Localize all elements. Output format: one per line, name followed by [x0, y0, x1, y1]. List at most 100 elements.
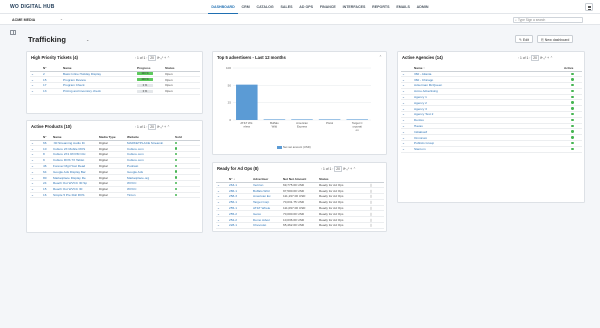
status-dot-icon: [175, 182, 178, 185]
row-expand-chevron-icon[interactable]: ⌄: [401, 146, 413, 153]
table-row[interactable]: ⌄ 16 Simple 5 Pre Roll ROS Digital Tinton: [30, 192, 200, 199]
hamburger-menu-icon[interactable]: [585, 3, 593, 11]
status-dot-icon: [175, 193, 178, 197]
active-products-panel: Active Products (10) ‹ 1 of 1 › 20 ⟳ ⤢ +…: [26, 120, 203, 233]
status-dot-icon: [175, 176, 178, 179]
expand-icon[interactable]: ⤢: [161, 56, 164, 60]
table-row[interactable]: ⌄ Starcom: [401, 146, 582, 153]
status-dot-icon: [175, 164, 178, 168]
search-input[interactable]: ⌕ Type Sign a search: [513, 16, 583, 23]
page-size-select[interactable]: 20: [148, 124, 156, 130]
new-dashboard-button[interactable]: ⎘ New dashboard: [537, 35, 574, 43]
order-status: Ready for Ad Ops: [318, 222, 358, 229]
collapse-icon[interactable]: ⌃: [167, 125, 170, 129]
add-icon[interactable]: +: [164, 125, 166, 129]
refresh-icon[interactable]: ⟳: [540, 56, 543, 60]
more-options-icon[interactable]: ⋮: [358, 222, 384, 229]
expand-icon[interactable]: ⤢: [347, 167, 350, 171]
y-tick-label: 100: [226, 66, 231, 70]
company-selector[interactable]: ACME MEDIA: [12, 18, 35, 22]
net-net-amount: 65,462.00 USD: [282, 222, 318, 229]
ticket-name[interactable]: Pricing and inventory check: [62, 88, 136, 95]
active-cell: [563, 146, 582, 153]
next-page-icon[interactable]: ›: [529, 56, 530, 60]
page-size-select[interactable]: 20: [334, 166, 342, 172]
progress-label: 100 %: [141, 78, 149, 81]
nav-catalog[interactable]: CATALOG: [253, 0, 277, 14]
chevron-down-icon[interactable]: ⌄: [86, 37, 89, 42]
edit-button[interactable]: ✎ Edit: [515, 35, 533, 43]
sold-cell: [174, 192, 200, 199]
next-page-icon[interactable]: ›: [146, 125, 147, 129]
progress-bar: 0 %: [137, 84, 153, 87]
refresh-icon[interactable]: ⟳: [157, 125, 160, 129]
prev-page-icon[interactable]: ‹: [135, 125, 136, 129]
collapse-icon[interactable]: ⌃: [379, 55, 382, 59]
x-tick-label: eless: [244, 124, 251, 128]
collapse-icon[interactable]: ⌃: [550, 56, 553, 60]
ticket-number[interactable]: 13: [42, 88, 62, 95]
refresh-icon[interactable]: ⟳: [343, 167, 346, 171]
sidebar-toggle-icon[interactable]: [10, 30, 16, 35]
prev-page-icon[interactable]: ‹: [518, 56, 519, 60]
nav-crm[interactable]: CRM: [238, 0, 253, 14]
product-number[interactable]: 16: [42, 192, 52, 199]
app-brand[interactable]: WO DIGITAL HUB: [10, 4, 55, 10]
nav-ad-ops[interactable]: AD OPS: [296, 0, 317, 14]
status-dot-icon: [571, 118, 574, 122]
collapse-icon[interactable]: ⌃: [353, 167, 356, 171]
prev-page-icon[interactable]: ‹: [321, 167, 322, 171]
add-icon[interactable]: +: [547, 56, 549, 60]
nav-interfaces[interactable]: INTERFACES: [339, 0, 369, 14]
status-dot-icon: [175, 187, 178, 191]
expand-icon[interactable]: ⤢: [161, 125, 164, 129]
nav-dashboard[interactable]: DASHBOARD: [208, 0, 239, 14]
panel-controls: ‹ 1 of 1 › 20 ⟳ ⤢ + ⌃: [135, 55, 170, 61]
chevron-down-icon[interactable]: ⌄: [60, 17, 63, 21]
legend-label: Net net amount (USD): [283, 145, 311, 149]
advertiser-name[interactable]: Chevrolet: [252, 222, 282, 229]
order-number[interactable]: 228-1: [228, 222, 252, 229]
status-dot-icon: [571, 107, 574, 110]
nav-finance[interactable]: FINANCE: [316, 0, 339, 14]
nav-emails[interactable]: EMAILS: [393, 0, 413, 14]
next-page-icon[interactable]: ›: [146, 56, 147, 60]
row-expand-chevron-icon[interactable]: ⌄: [216, 222, 228, 229]
page-size-select[interactable]: 20: [148, 55, 156, 61]
pager-text: 1 of 1: [323, 167, 332, 171]
bar: [263, 119, 286, 120]
collapse-icon[interactable]: ⌃: [167, 56, 170, 60]
website[interactable]: Tinton: [126, 192, 174, 199]
agency-name[interactable]: Starcom: [413, 146, 563, 153]
product-name[interactable]: Simple 5 Pre Roll ROS: [52, 192, 98, 199]
panel-title: Active Products (10): [31, 124, 72, 129]
search-icon: ⌕: [515, 18, 517, 22]
row-expand-chevron-icon[interactable]: ⌄: [30, 192, 42, 199]
media-type: Digital: [98, 192, 126, 199]
pager-text: 1 of 1: [137, 125, 146, 129]
status-dot-icon: [175, 147, 178, 150]
row-expand-chevron-icon[interactable]: ⌄: [30, 88, 42, 95]
progress-label: 100 %: [141, 72, 149, 76]
y-tick-label: 50: [228, 83, 232, 87]
add-icon[interactable]: +: [350, 167, 352, 171]
prev-page-icon[interactable]: ‹: [135, 56, 136, 60]
bar: [318, 119, 341, 120]
refresh-icon[interactable]: ⟳: [157, 56, 160, 60]
nav-reports[interactable]: REPORTS: [369, 0, 393, 14]
x-tick-label: Pistol: [326, 121, 333, 125]
x-tick-label: on: [356, 128, 360, 132]
status-dot-icon: [571, 124, 574, 128]
status-dot-icon: [571, 89, 574, 93]
expand-icon[interactable]: ⤢: [544, 56, 547, 60]
nav-sales[interactable]: SALES: [277, 0, 296, 14]
next-page-icon[interactable]: ›: [332, 167, 333, 171]
y-tick-label: 0: [229, 118, 231, 122]
high-priority-tickets-panel: High Priority Tickets (4) ‹ 1 of 1 › 20 …: [26, 51, 203, 114]
nav-admin[interactable]: ADMIN: [413, 0, 432, 14]
table-row[interactable]: ⌄ 228-1 Chevrolet 65,462.00 USD Ready for Ad…: [216, 222, 384, 229]
page-size-select[interactable]: 20: [531, 55, 539, 61]
table-row[interactable]: ⌄ 13 Pricing and inventory check 0 % Open: [30, 88, 200, 95]
status-dot-icon: [571, 78, 574, 81]
add-icon[interactable]: +: [164, 56, 166, 60]
